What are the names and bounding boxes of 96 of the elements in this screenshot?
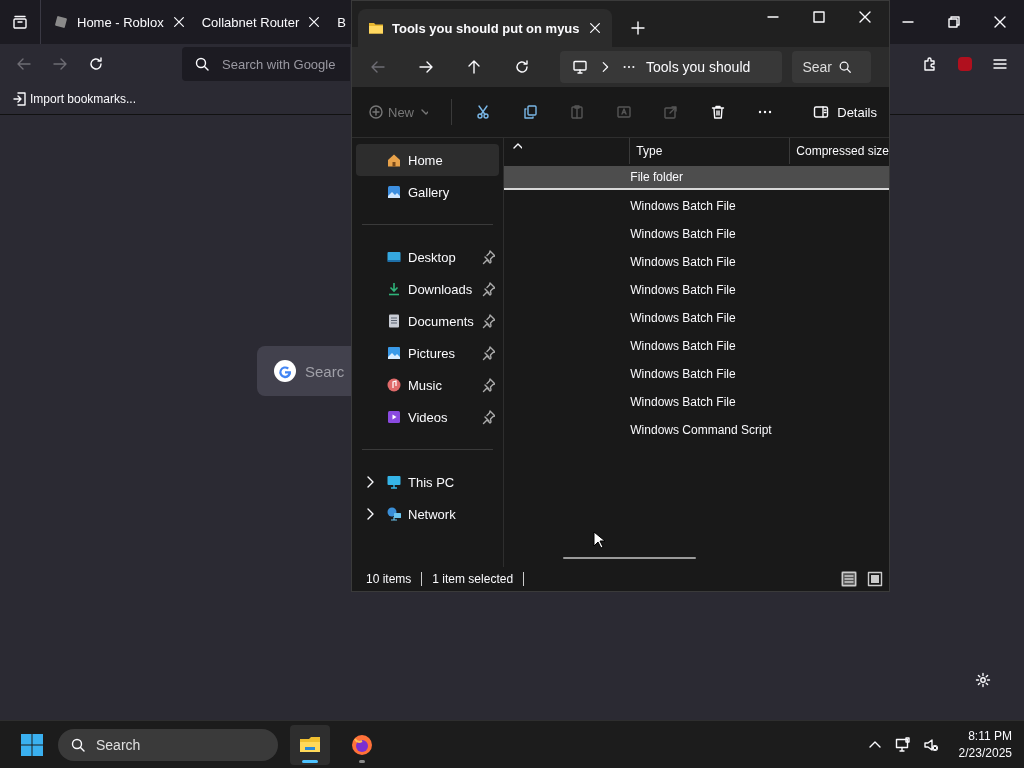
back-icon[interactable] bbox=[370, 59, 386, 75]
taskbar-search-field[interactable]: Search bbox=[58, 728, 278, 761]
menu-icon[interactable] bbox=[992, 56, 1008, 72]
breadcrumb[interactable]: Tools you should bbox=[646, 59, 751, 75]
google-icon bbox=[273, 359, 297, 383]
cursor-icon bbox=[593, 531, 605, 549]
nav-item[interactable]: Desktop bbox=[356, 241, 500, 273]
tiles-view-icon[interactable] bbox=[867, 571, 883, 587]
tab-label: Collabnet Router bbox=[201, 14, 300, 30]
computer-icon bbox=[572, 59, 588, 75]
file-row[interactable]: Windows Batch File bbox=[504, 192, 889, 220]
back-icon[interactable] bbox=[16, 56, 32, 72]
file-row[interactable]: File folder bbox=[504, 166, 889, 190]
scrollbar-thumb[interactable] bbox=[563, 557, 697, 559]
download-icon bbox=[386, 281, 402, 297]
up-icon[interactable] bbox=[466, 59, 482, 75]
desktop-icon bbox=[386, 249, 402, 265]
document-icon bbox=[386, 313, 402, 329]
pin-icon bbox=[481, 345, 496, 361]
nav-item[interactable]: Downloads bbox=[356, 273, 500, 305]
browser-tab[interactable]: Collabnet Router bbox=[195, 4, 328, 40]
plus-circle-icon bbox=[368, 104, 384, 120]
browser-tab[interactable]: Home - Roblox bbox=[47, 4, 192, 40]
file-row[interactable]: Windows Batch File bbox=[504, 220, 889, 248]
tab-label: B bbox=[337, 14, 346, 30]
forward-icon[interactable] bbox=[418, 59, 434, 75]
nav-item[interactable]: Gallery bbox=[356, 176, 500, 208]
start-icon[interactable] bbox=[20, 732, 44, 757]
nav-item[interactable]: Network bbox=[356, 498, 500, 530]
network-icon[interactable] bbox=[894, 736, 911, 753]
pin-icon bbox=[481, 249, 496, 265]
bookmark-item[interactable]: Import bookmarks... bbox=[12, 91, 137, 107]
pin-icon bbox=[481, 409, 496, 425]
close-icon[interactable] bbox=[857, 9, 873, 25]
file-row[interactable]: Windows Batch File bbox=[504, 248, 889, 276]
home-icon bbox=[386, 152, 402, 168]
import-icon bbox=[12, 91, 26, 107]
pin-icon bbox=[481, 377, 496, 393]
copy-icon[interactable] bbox=[522, 104, 540, 120]
close-icon[interactable] bbox=[587, 21, 602, 35]
file-row[interactable]: Windows Batch File bbox=[504, 388, 889, 416]
speaker-muted-icon[interactable] bbox=[922, 736, 939, 753]
puzzle-icon[interactable] bbox=[922, 56, 938, 72]
address-field[interactable]: Search with Google bbox=[182, 47, 350, 81]
column-header[interactable]: Type bbox=[629, 138, 790, 164]
nav-item[interactable]: Pictures bbox=[356, 337, 500, 369]
music-icon bbox=[386, 377, 402, 393]
search-icon bbox=[70, 736, 86, 753]
video-icon bbox=[386, 409, 402, 425]
gallery-icon bbox=[386, 184, 402, 200]
taskbar-app[interactable] bbox=[290, 724, 330, 765]
address-bar[interactable]: Tools you should bbox=[560, 51, 783, 83]
clock-date[interactable]: 2/23/2025 bbox=[958, 744, 1012, 762]
column-header[interactable]: Compressed size bbox=[789, 138, 889, 164]
reload-icon[interactable] bbox=[88, 56, 104, 72]
file-row[interactable]: Windows Batch File bbox=[504, 360, 889, 388]
folder-icon bbox=[368, 20, 384, 36]
pin-icon bbox=[481, 281, 496, 297]
refresh-icon[interactable] bbox=[514, 59, 530, 75]
tab-title: Tools you should put on myus bbox=[392, 20, 580, 36]
file-row[interactable]: Windows Batch File bbox=[504, 304, 889, 332]
computer-icon bbox=[386, 474, 402, 490]
restore-icon[interactable] bbox=[946, 14, 962, 30]
file-row[interactable]: Windows Command Script bbox=[504, 416, 889, 444]
close-icon[interactable] bbox=[307, 15, 322, 29]
clock-time[interactable]: 8:11 PM bbox=[968, 727, 1012, 745]
maximize-icon[interactable] bbox=[811, 9, 827, 25]
selection-count: 1 item selected bbox=[432, 572, 514, 586]
search-icon bbox=[194, 56, 210, 72]
list-view-icon[interactable] bbox=[841, 571, 857, 587]
new-button[interactable]: New bbox=[368, 104, 428, 120]
file-row[interactable]: Windows Batch File bbox=[504, 332, 889, 360]
details-pane-icon bbox=[813, 104, 830, 120]
item-count: 10 items bbox=[366, 572, 412, 586]
network-icon bbox=[386, 506, 402, 522]
google-search-field[interactable]: Searc bbox=[257, 346, 351, 396]
close-icon[interactable] bbox=[171, 15, 186, 29]
new-tab-icon[interactable] bbox=[629, 20, 646, 36]
nav-item[interactable]: This PC bbox=[356, 466, 500, 498]
nav-item[interactable]: Documents bbox=[356, 305, 500, 337]
globe-icon bbox=[350, 732, 374, 757]
tab-list-icon[interactable] bbox=[12, 14, 28, 30]
nav-item[interactable]: Videos bbox=[356, 401, 500, 433]
file-row[interactable]: Windows Batch File bbox=[504, 276, 889, 304]
nav-item[interactable]: Music bbox=[356, 369, 500, 401]
nav-item[interactable]: Home bbox=[356, 144, 500, 176]
explorer-tab[interactable]: Tools you should put on myus bbox=[358, 9, 612, 47]
browser-tab[interactable]: B bbox=[331, 4, 352, 40]
explorer-search-field[interactable]: Sear bbox=[792, 51, 871, 83]
picture-icon bbox=[386, 345, 402, 361]
pin-icon bbox=[481, 313, 496, 329]
tab-label: Home - Roblox bbox=[77, 14, 164, 30]
details-button[interactable]: Details bbox=[813, 104, 877, 120]
close-icon[interactable] bbox=[992, 14, 1008, 30]
search-icon bbox=[838, 60, 852, 74]
favicon-icon bbox=[53, 14, 69, 30]
